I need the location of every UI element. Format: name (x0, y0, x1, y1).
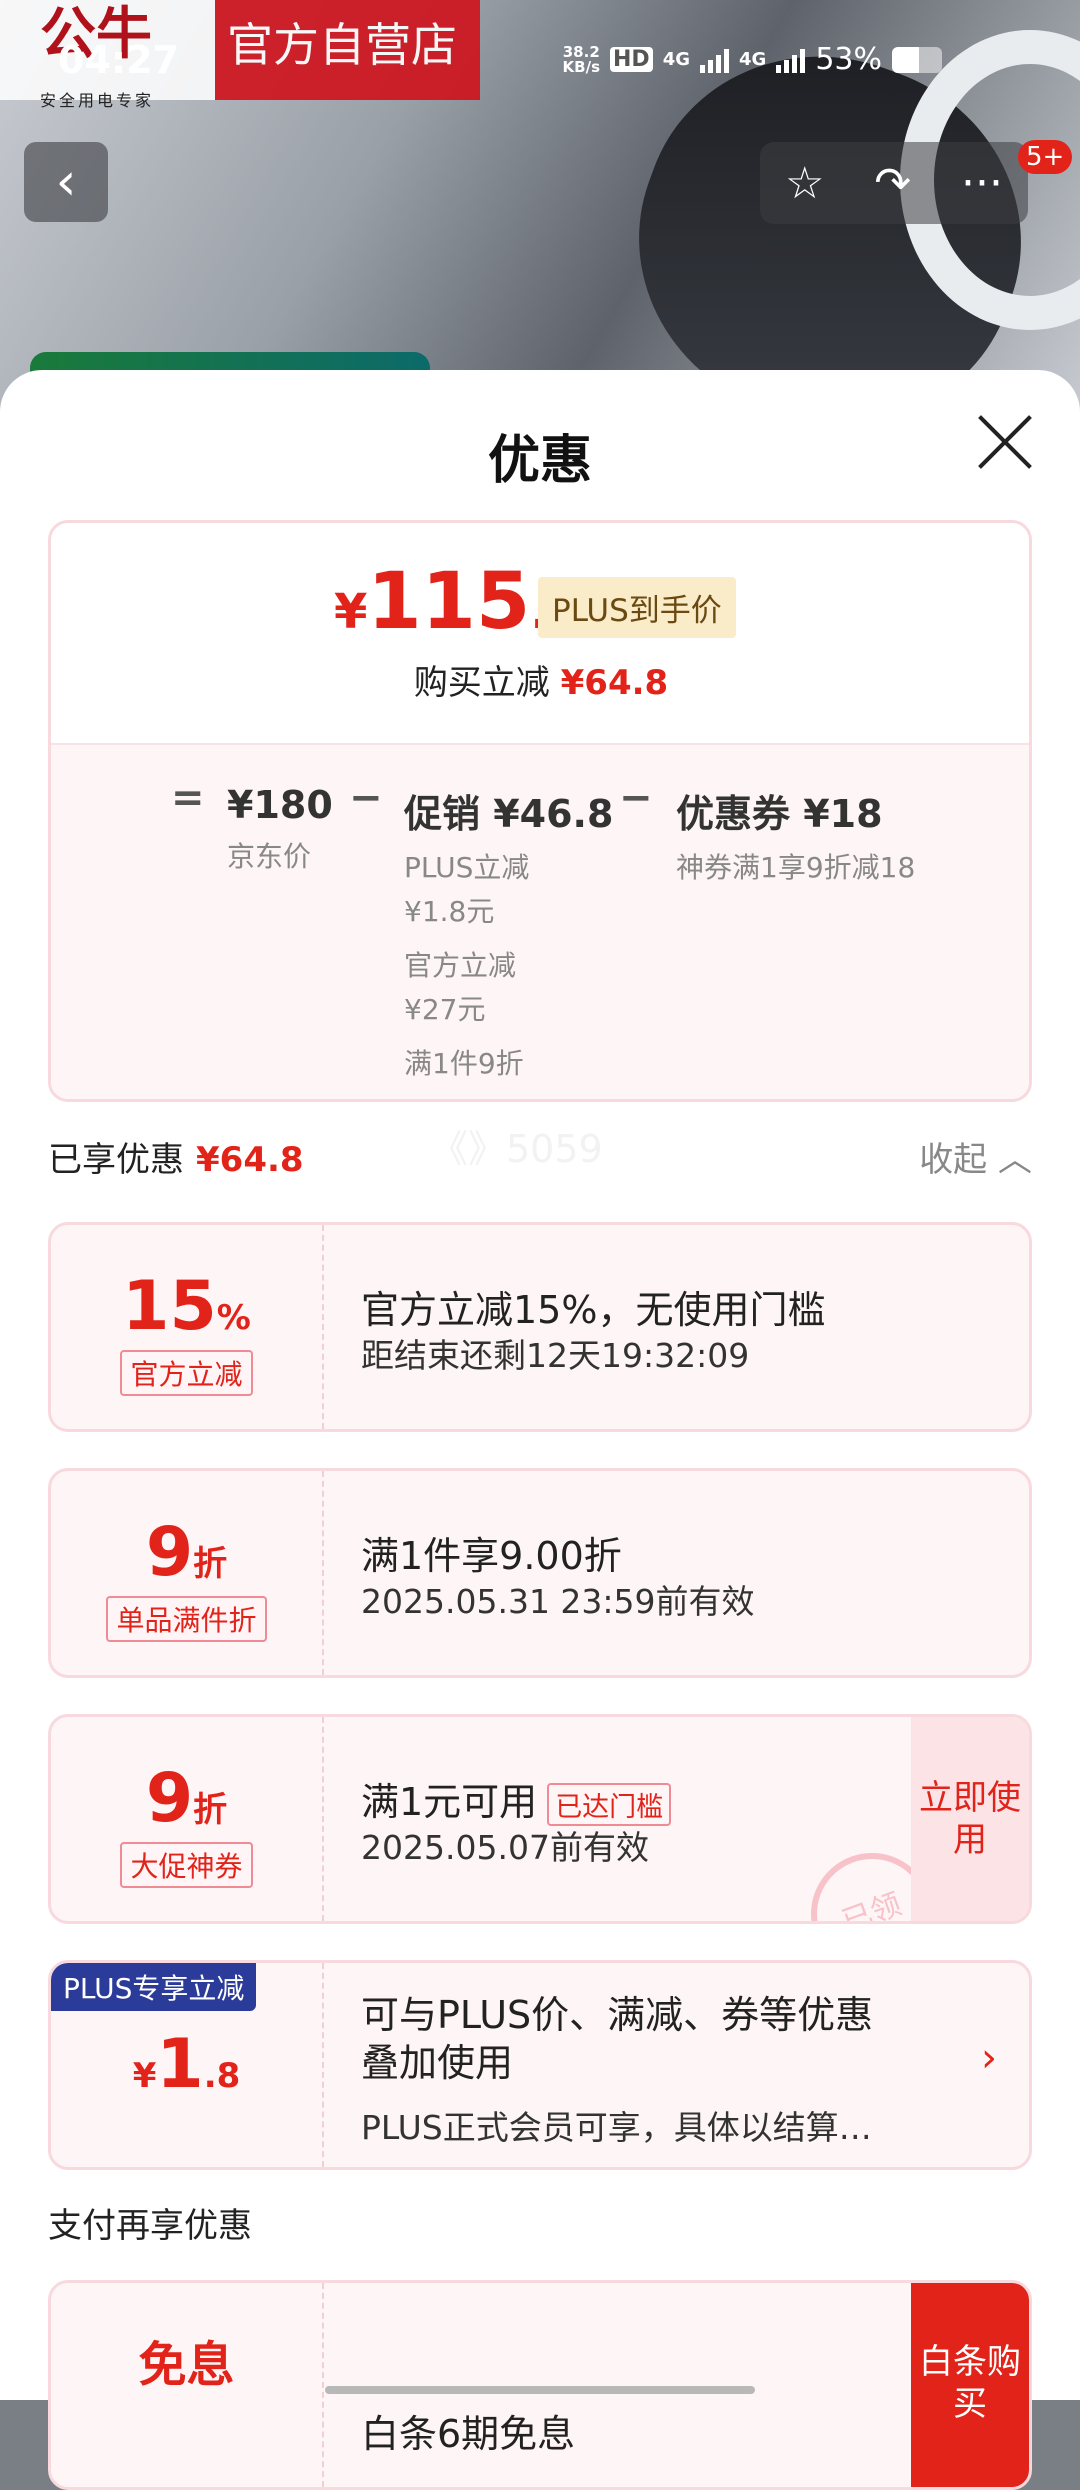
top-action-group: ☆ ↷ ··· (760, 142, 1028, 224)
offer-title: 可与PLUS价、满减、券等优惠 叠加使用 (361, 1993, 874, 2085)
close-icon[interactable] (975, 412, 1035, 472)
star-icon[interactable]: ☆ (785, 158, 824, 209)
sim1-label: 4G (662, 49, 690, 70)
interest-free-label: 免息 (138, 2337, 235, 2393)
offer-baitiao[interactable]: 免息 白条6期免息 白条购买 (48, 2280, 1032, 2490)
battery-percent: 53% (815, 42, 882, 77)
battery-icon (892, 46, 942, 73)
status-bar: 04:27 38.2 KB/s HD 4G 4G 53% (0, 0, 1080, 120)
discount-sheet: 优惠 ¥115.2 PLUS到手价 购买立减 ¥64.8 = ¥180 京东价 … (0, 370, 1080, 2490)
offer-countdown: 距结束还剩12天19:32:09 (361, 1336, 750, 1375)
offer-full-discount[interactable]: 9折 单品满件折 满1件享9.00折 2025.05.31 23:59前有效 (48, 1468, 1032, 1678)
more-icon[interactable]: ··· (961, 158, 1003, 209)
coupon-col: 优惠券 ¥18 神券满1享9折减18 (676, 792, 916, 884)
equals-sign: = (171, 775, 205, 821)
network-speed: 38.2 KB/s (562, 42, 600, 76)
price-breakdown: = ¥180 京东价 − 促销 ¥46.8 PLUS立减 ¥1.8元 官方立减 ¥2… (51, 743, 1029, 1099)
offer-plus-cut[interactable]: PLUS专享立减 ¥1.8 可与PLUS价、满减、券等优惠 叠加使用 PLUS正式… (48, 1960, 1032, 2170)
plus-price-tag: PLUS到手价 (538, 577, 736, 638)
signal-icon (700, 47, 729, 73)
offer-tag: 单品满件折 (106, 1596, 267, 1642)
offer-expiry: 2025.05.31 23:59前有效 (361, 1582, 755, 1621)
sheet-title: 优惠 (487, 431, 592, 491)
status-time: 04:27 (58, 38, 179, 82)
battery-fill (892, 46, 919, 73)
buy-cut-line: 购买立减 ¥64.8 (413, 663, 669, 703)
threshold-reached-tag: 已达门槛 (547, 1783, 672, 1826)
offer-title: 白条6期免息 (361, 2412, 576, 2456)
offer-tag: 大促神券 (120, 1842, 253, 1888)
chevron-up-icon: ︿ (998, 1140, 1032, 1180)
offer-expiry: 2025.05.07前有效 (361, 1828, 649, 1867)
minus-sign: − (349, 775, 383, 821)
jd-price-col: ¥180 京东价 (227, 783, 333, 873)
hd-icon: HD (610, 47, 653, 72)
signal-icon-2 (776, 47, 806, 73)
share-icon[interactable]: ↷ (874, 158, 911, 209)
chevron-left-icon: ‹ (55, 152, 77, 212)
sim2-label: 4G (739, 49, 767, 70)
offer-title: 官方立减15%，无使用门槛 (361, 1288, 826, 1332)
collapse-button[interactable]: 收起 ︿ (919, 1132, 1032, 1181)
saved-summary: 已享优惠 ¥64.8 收起 ︿ (48, 1132, 1032, 1192)
offer-title: 满1件享9.00折 (361, 1534, 622, 1578)
message-badge: 5+ (1018, 140, 1073, 174)
offer-title: 满1元可用 已达门槛 (361, 1771, 672, 1826)
offer-coupon[interactable]: 9折 大促神券 满1元可用 已达门槛 2025.05.07前有效 已领 立即使用 (48, 1714, 1032, 1924)
offer-official-cut[interactable]: 15% 官方立减 官方立减15%，无使用门槛 距结束还剩12天19:32:09 (48, 1222, 1032, 1432)
baitiao-buy-button[interactable]: 白条购买 (911, 2283, 1029, 2487)
promo-col: 促销 ¥46.8 PLUS立减 ¥1.8元 官方立减 ¥27元 满1件9折 (404, 792, 614, 1080)
chevron-right-icon: › (981, 2035, 997, 2081)
back-button[interactable]: ‹ (24, 142, 108, 222)
offer-desc: PLUS正式会员可享，具体以结算… (361, 2108, 872, 2147)
pay-section-label: 支付再享优惠 (48, 2206, 252, 2246)
price-summary-card: ¥115.2 PLUS到手价 购买立减 ¥64.8 = ¥180 京东价 − 促… (48, 520, 1032, 1102)
offer-tag: 官方立减 (120, 1350, 253, 1396)
use-now-button[interactable]: 立即使用 (911, 1717, 1029, 1921)
plus-exclusive-badge: PLUS专享立减 (51, 1963, 257, 2011)
home-indicator[interactable] (325, 2386, 755, 2394)
minus-sign-2: − (619, 775, 653, 821)
